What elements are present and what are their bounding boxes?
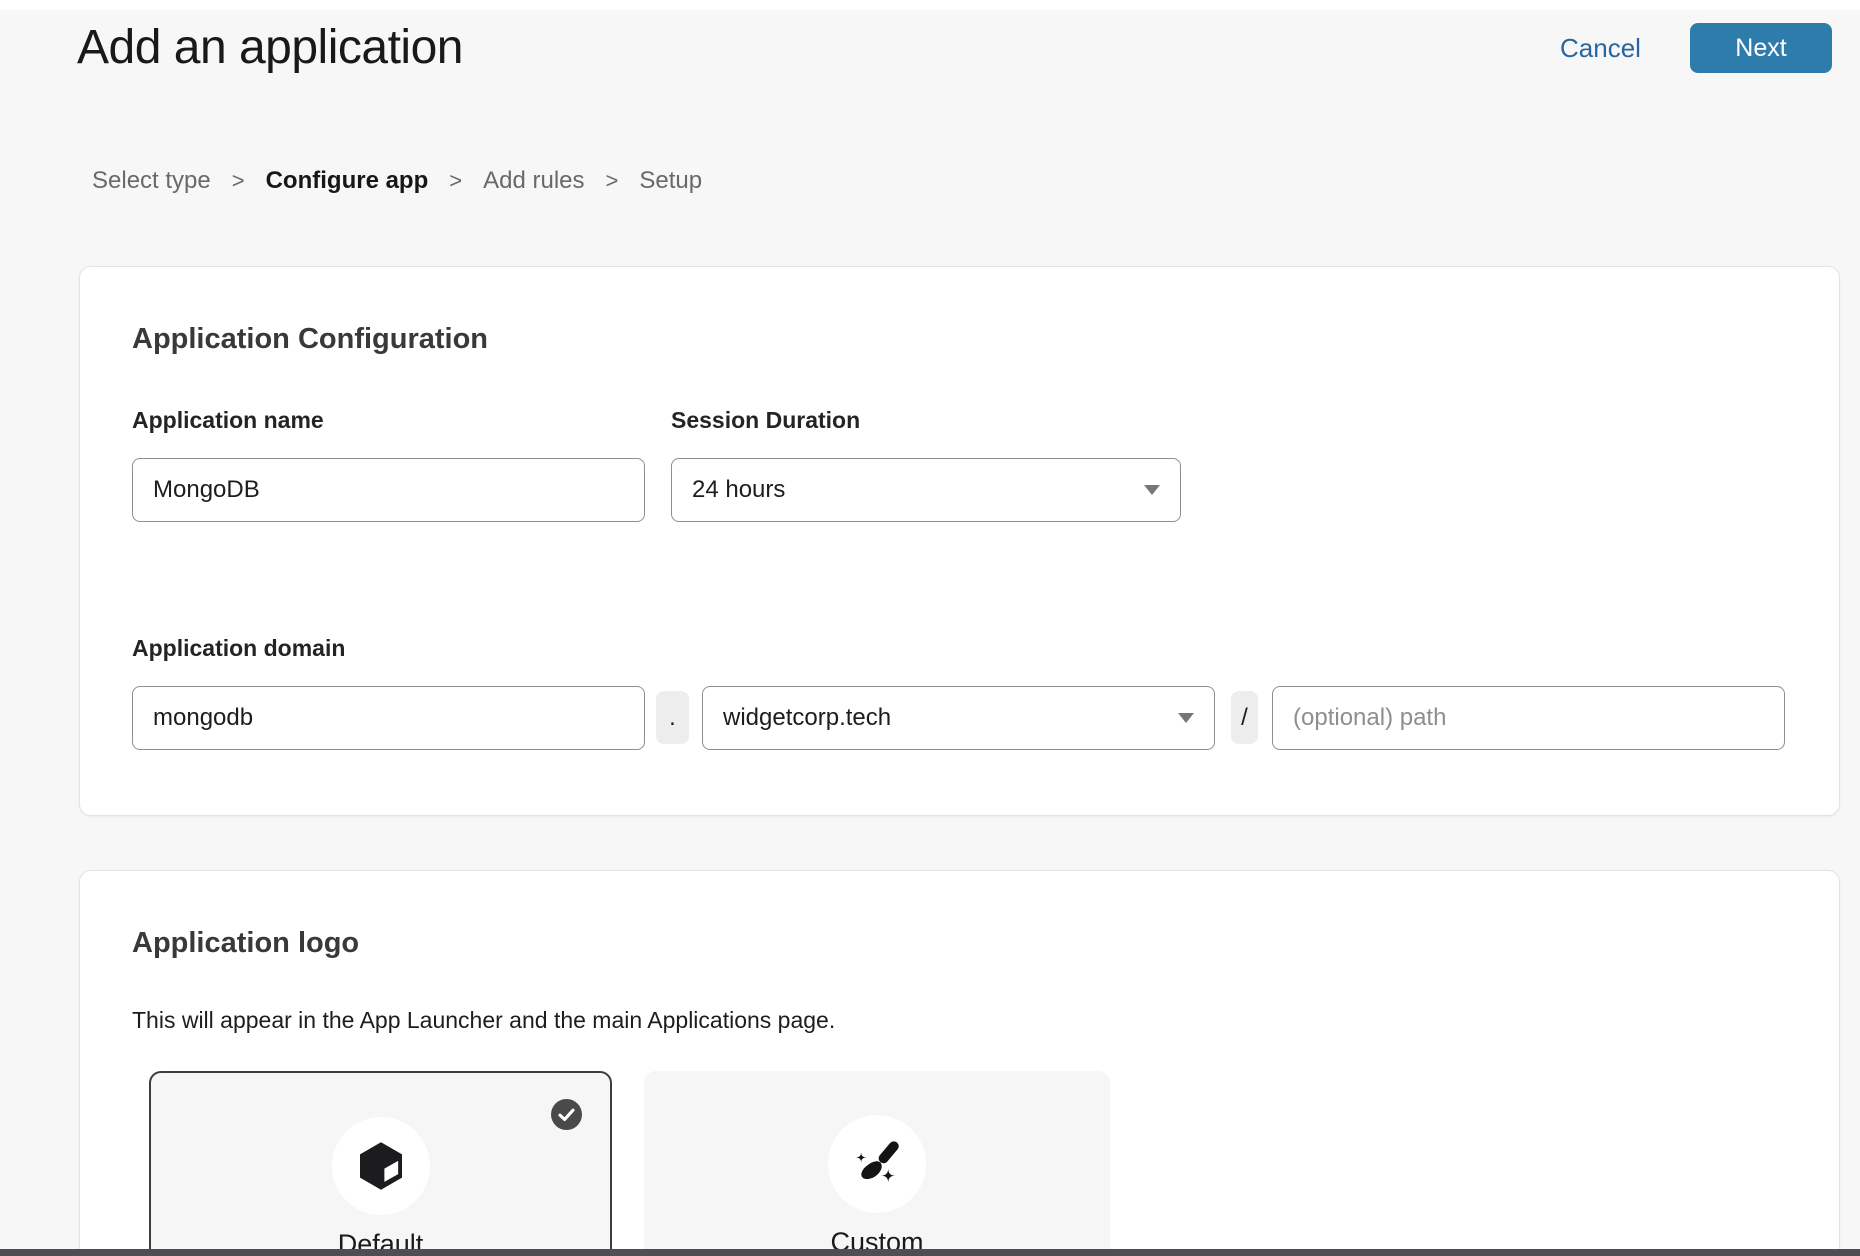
subdomain-input[interactable] (132, 686, 645, 750)
application-logo-description: This will appear in the App Launcher and… (132, 1007, 835, 1034)
application-configuration-heading: Application Configuration (132, 323, 488, 356)
chevron-right-icon: > (232, 168, 245, 194)
chevron-down-icon (1178, 713, 1194, 723)
bottom-scrollbar[interactable] (0, 1249, 1860, 1256)
session-duration-select[interactable]: 24 hours (671, 458, 1181, 522)
breadcrumb: Select type > Configure app > Add rules … (92, 167, 702, 195)
page-title: Add an application (77, 20, 463, 75)
add-application-page: Add an application Cancel Next Select ty… (0, 0, 1860, 1256)
cancel-button[interactable]: Cancel (1560, 33, 1641, 64)
application-name-label: Application name (132, 407, 324, 434)
cube-icon (332, 1117, 430, 1215)
application-domain-label: Application domain (132, 635, 345, 662)
paintbrush-icon (828, 1115, 926, 1213)
logo-option-custom[interactable]: Custom (644, 1071, 1110, 1256)
check-circle-icon (551, 1099, 582, 1130)
application-configuration-card: Application Configuration Application na… (79, 266, 1840, 816)
step-configure-app[interactable]: Configure app (266, 167, 429, 195)
application-logo-heading: Application logo (132, 927, 359, 960)
step-setup[interactable]: Setup (639, 167, 702, 195)
domain-select-value: widgetcorp.tech (723, 704, 891, 732)
application-name-input[interactable] (132, 458, 645, 522)
top-strip (0, 0, 1860, 10)
chevron-right-icon: > (606, 168, 619, 194)
step-add-rules[interactable]: Add rules (483, 167, 584, 195)
domain-select[interactable]: widgetcorp.tech (702, 686, 1215, 750)
session-duration-value: 24 hours (692, 476, 785, 504)
domain-slash-separator: / (1231, 691, 1258, 744)
session-duration-label: Session Duration (671, 407, 860, 434)
logo-option-default[interactable]: Default (149, 1071, 612, 1256)
chevron-right-icon: > (449, 168, 462, 194)
chevron-down-icon (1144, 485, 1160, 495)
next-button[interactable]: Next (1690, 23, 1832, 73)
step-select-type[interactable]: Select type (92, 167, 211, 195)
path-input[interactable] (1272, 686, 1785, 750)
domain-dot-separator: . (656, 691, 689, 744)
application-logo-card: Application logo This will appear in the… (79, 870, 1840, 1256)
